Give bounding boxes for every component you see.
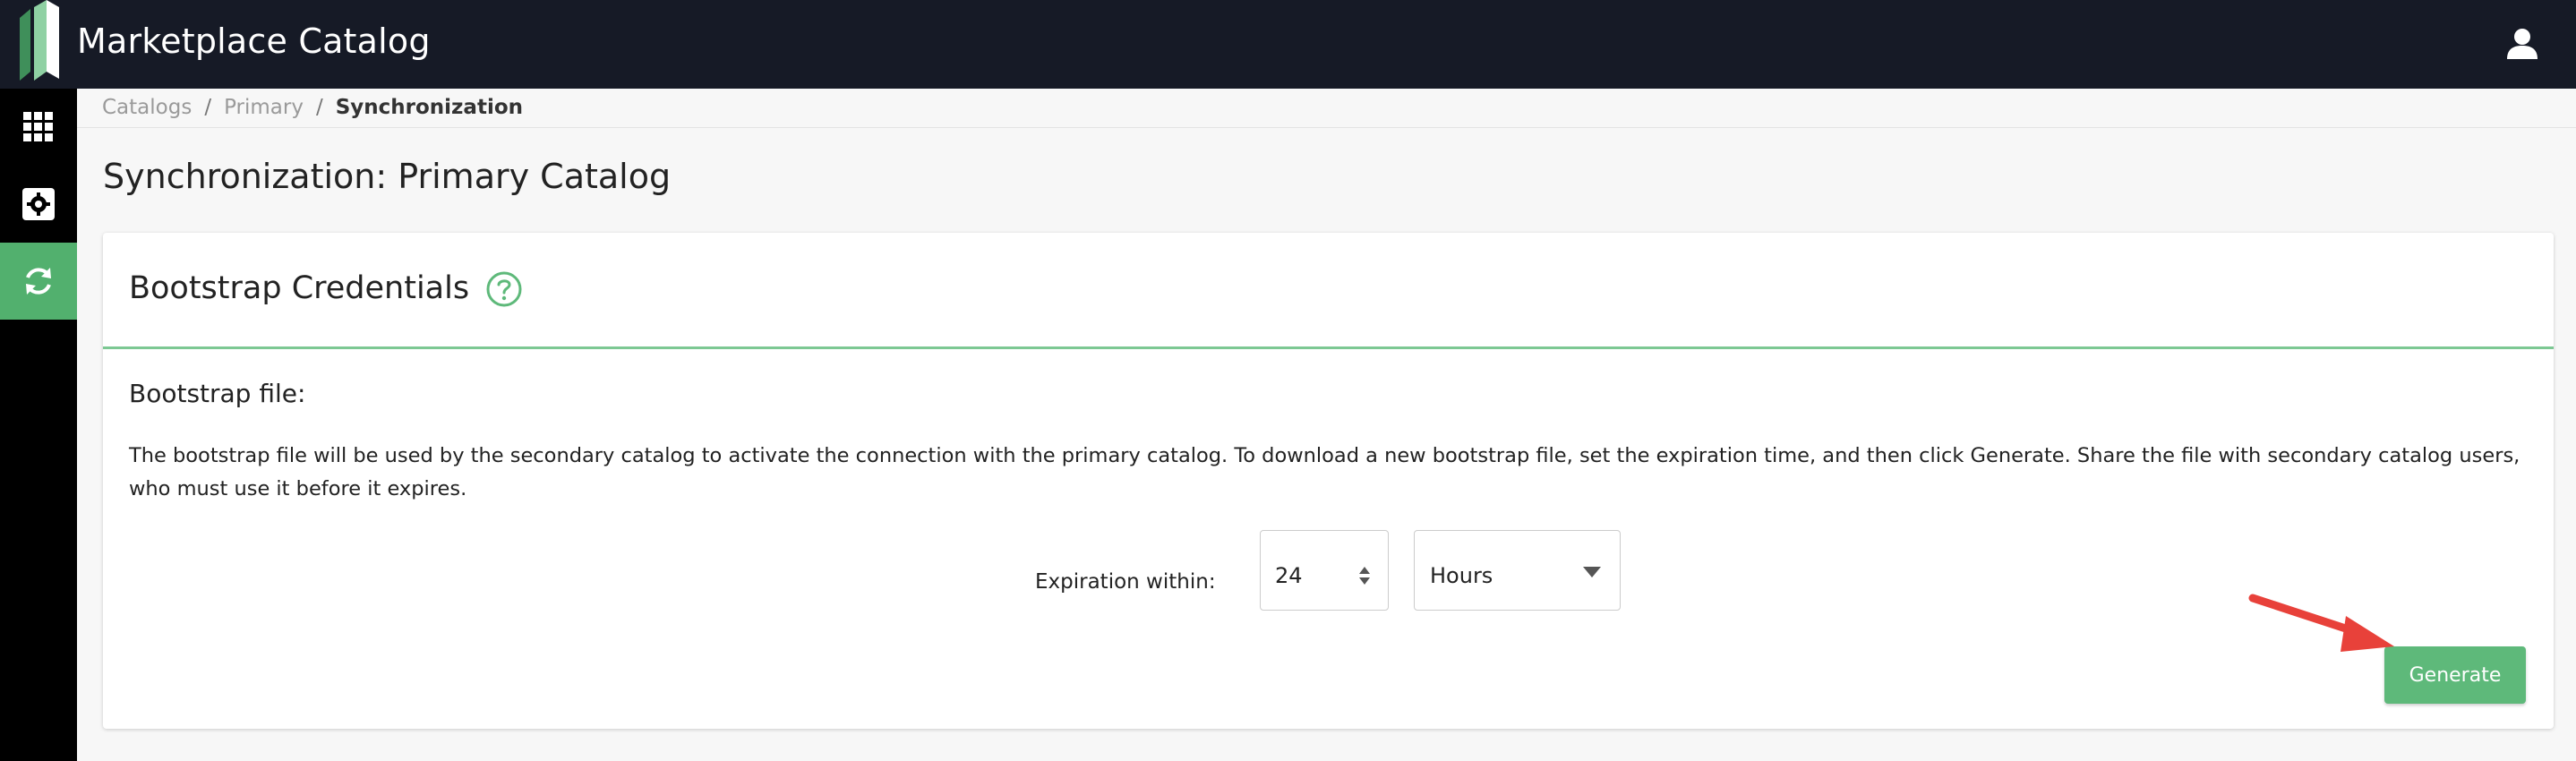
caret-down-icon	[1583, 567, 1601, 577]
expiration-unit-value: Hours	[1430, 563, 1493, 588]
updown-icon[interactable]	[1357, 565, 1372, 586]
sidebar-item-synchronization[interactable]	[0, 243, 77, 320]
page-title: Synchronization: Primary Catalog	[103, 157, 672, 196]
marketplace-logo	[20, 0, 59, 81]
app-title: Marketplace Catalog	[77, 21, 431, 61]
grid-icon	[23, 112, 53, 141]
expiration-number-input[interactable]: 24	[1260, 530, 1389, 611]
bootstrap-description: The bootstrap file will be used by the s…	[129, 444, 2520, 500]
expiration-unit-select[interactable]: Hours	[1414, 530, 1621, 611]
breadcrumb-primary[interactable]: Primary	[224, 96, 304, 119]
annotation-arrow-icon	[2248, 594, 2394, 652]
bootstrap-credentials-card: Bootstrap Credentials Bootstrap file: Th…	[103, 233, 2554, 729]
question-circle-icon[interactable]	[485, 270, 523, 308]
gear-icon	[22, 188, 55, 220]
card-title: Bootstrap Credentials	[129, 270, 470, 306]
breadcrumb-catalogs[interactable]: Catalogs	[102, 96, 192, 119]
breadcrumb-synchronization: Synchronization	[335, 96, 524, 119]
sidebar	[0, 89, 77, 761]
top-bar: Marketplace Catalog	[0, 0, 2576, 89]
sync-icon	[26, 268, 51, 295]
expiration-label: Expiration within:	[1035, 570, 1216, 594]
sidebar-item-apps[interactable]	[0, 89, 77, 166]
card-header: Bootstrap Credentials	[103, 233, 2554, 349]
sidebar-item-settings[interactable]	[0, 166, 77, 243]
breadcrumb-bar: Catalogs / Primary / Synchronization	[77, 89, 2576, 128]
user-icon[interactable]	[2505, 27, 2539, 61]
breadcrumb-separator: /	[204, 96, 212, 119]
expiration-value: 24	[1275, 563, 1303, 588]
breadcrumb: Catalogs / Primary / Synchronization	[102, 96, 523, 119]
breadcrumb-separator: /	[315, 96, 323, 119]
bootstrap-file-label: Bootstrap file:	[129, 379, 306, 408]
